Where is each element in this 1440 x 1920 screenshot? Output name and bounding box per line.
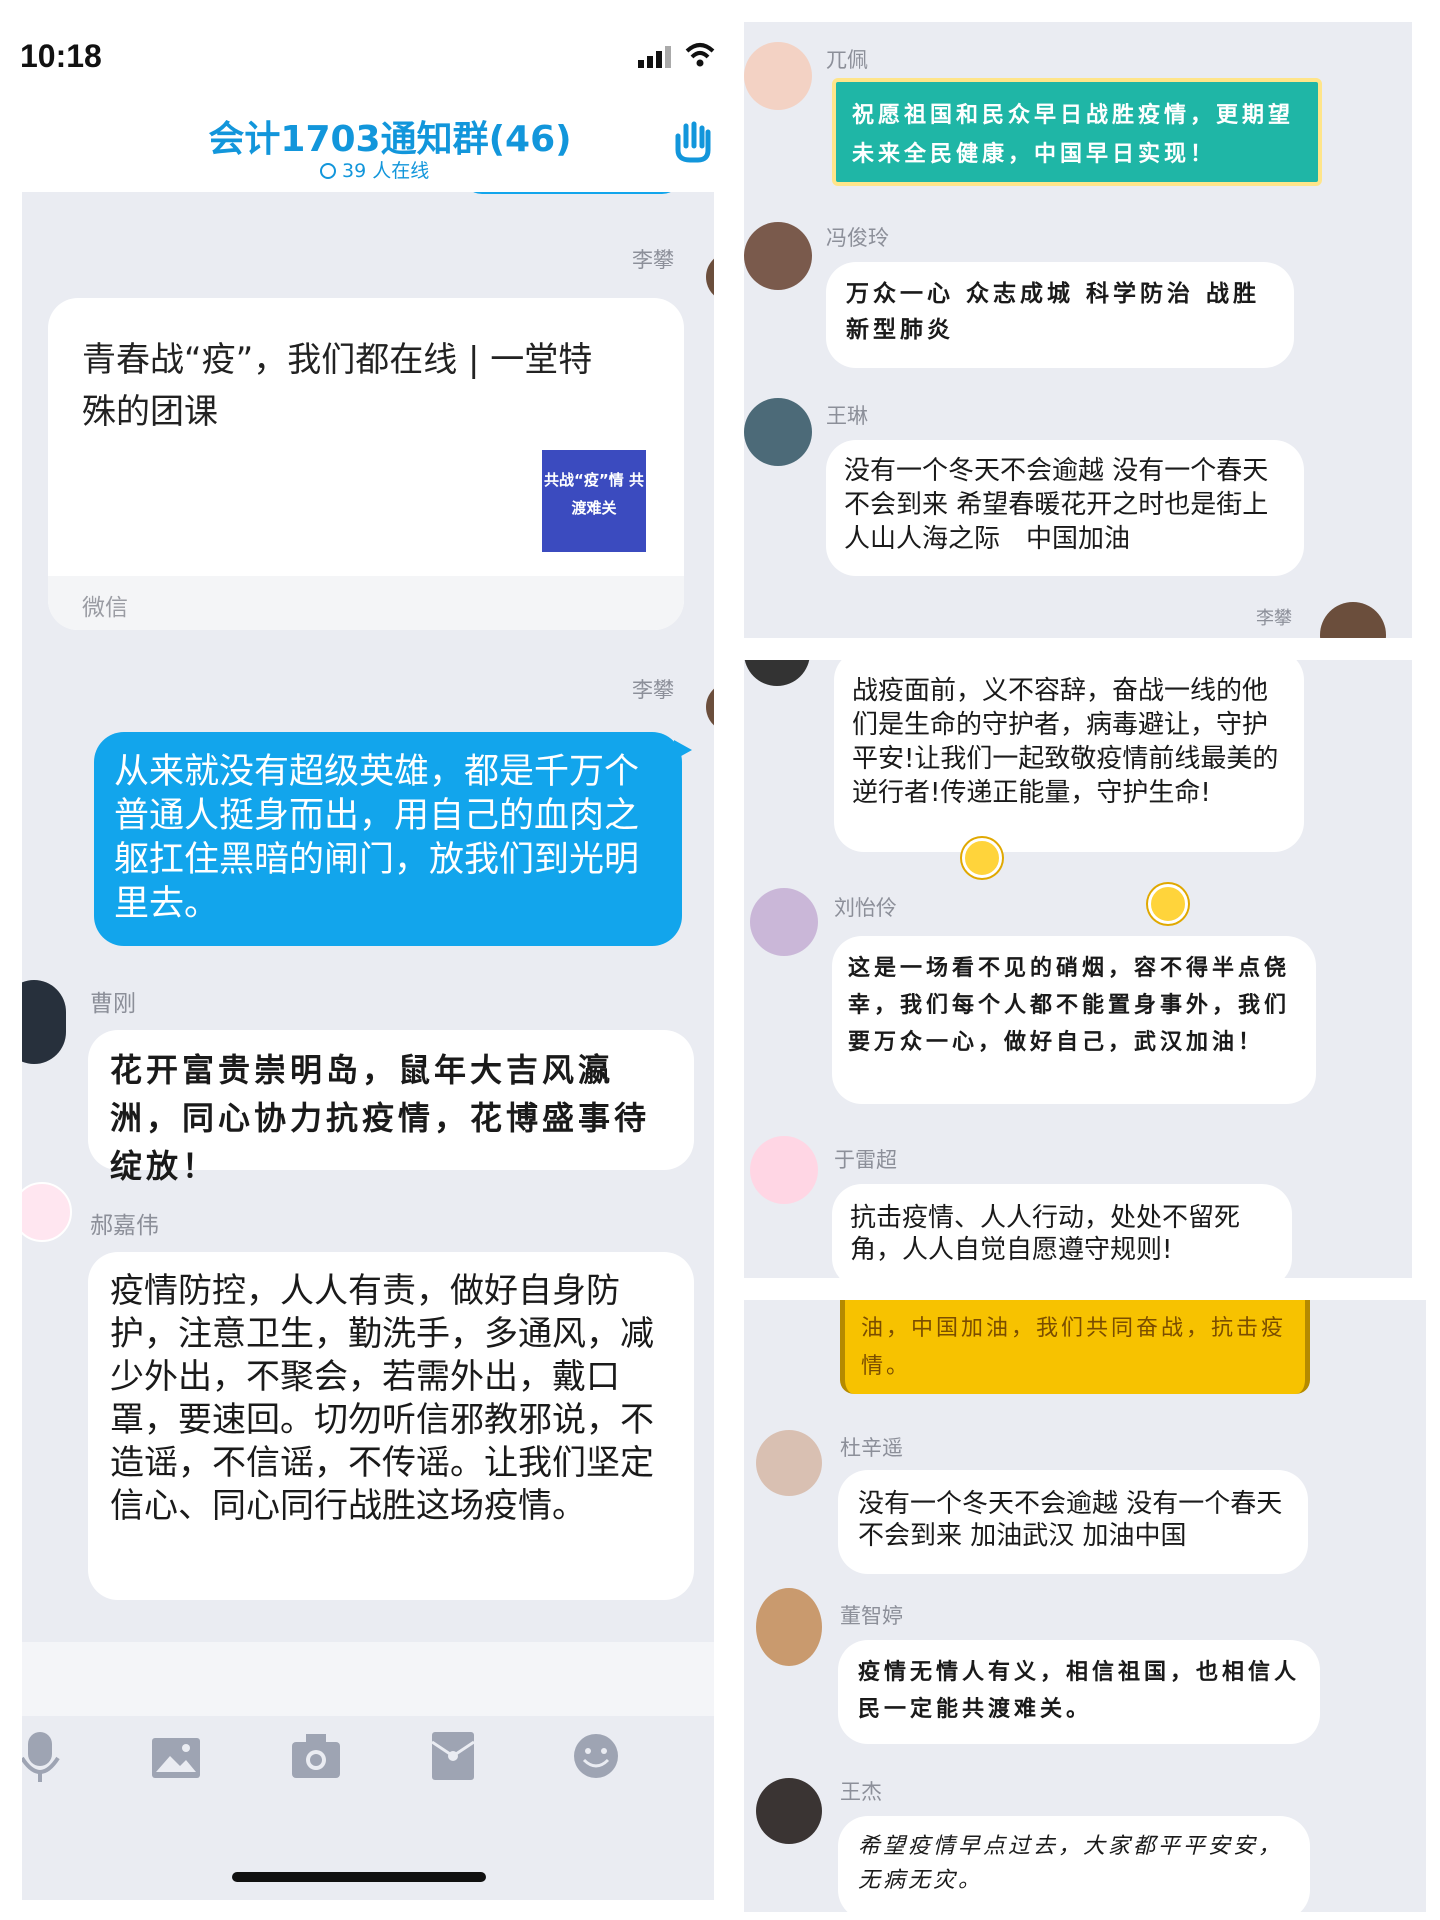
sender-name: 于雷超 bbox=[834, 1148, 897, 1172]
sender-name: 王琳 bbox=[826, 404, 868, 428]
sender-name: 李攀 bbox=[632, 248, 674, 272]
avatar[interactable] bbox=[744, 660, 810, 686]
avatar[interactable] bbox=[756, 1430, 822, 1496]
mask-emoji-icon bbox=[962, 838, 1002, 878]
message-bubble[interactable]: 油，中国加油，我们共同奋战，抗击疫情。 bbox=[840, 1300, 1310, 1394]
home-indicator bbox=[232, 1872, 486, 1882]
right-mid-screen: 战疫面前，义不容辞，奋战一线的他们是生命的守护者，病毒避让，守护平安!让我们一起… bbox=[744, 660, 1412, 1278]
toolbar bbox=[22, 1732, 714, 1792]
self-message-bubble[interactable]: 从来就没有超级英雄，都是千万个普通人挺身而出，用自己的血肉之躯扛住黑暗的闸门，放… bbox=[94, 732, 682, 946]
left-chat-screen: 10:18 会计1703通知群(46) 39 人在线 李攀 青春战“疫”，我们都… bbox=[0, 0, 720, 1920]
message-bubble[interactable]: 没有一个冬天不会逾越 没有一个春天不会到来 希望春暖花开之时也是街上人山人海之际… bbox=[826, 440, 1304, 576]
clock-icon bbox=[320, 163, 336, 179]
message-bubble[interactable]: 没有一个冬天不会逾越 没有一个春天不会到来 加油武汉 加油中国 bbox=[838, 1470, 1308, 1574]
sender-name: 杜辛遥 bbox=[840, 1436, 903, 1460]
sender-name: 曹刚 bbox=[90, 991, 136, 1017]
card-footer bbox=[48, 576, 684, 630]
avatar[interactable] bbox=[1320, 602, 1386, 638]
avatar[interactable] bbox=[22, 980, 66, 1064]
message-bubble[interactable]: 抗击疫情、人人行动，处处不留死角，人人自觉自愿遵守规则! bbox=[832, 1184, 1292, 1278]
message-bubble[interactable]: 疫情无情人有义，相信祖国，也相信人民一定能共渡难关。 bbox=[838, 1640, 1320, 1744]
message-bubble[interactable]: 花开富贵崇明岛，鼠年大吉风瀛洲，同心协力抗疫情，花博盛事待绽放！ bbox=[88, 1030, 694, 1185]
sender-name: 郝嘉伟 bbox=[90, 1213, 159, 1239]
sender-name: 董智婷 bbox=[840, 1604, 903, 1628]
card-title: 青春战“疫”，我们都在线 | 一堂特殊的团课 bbox=[82, 340, 593, 432]
avatar[interactable] bbox=[706, 682, 714, 732]
message-bubble[interactable]: 战疫面前，义不容辞，奋战一线的他们是生命的守护者，病毒避让，守护平安!让我们一起… bbox=[834, 660, 1304, 852]
right-top-screen: 兀佩 祝愿祖国和民众早日战胜疫情，更期望未来全民健康，中国早日实现！ 冯俊玲 万… bbox=[744, 22, 1412, 638]
sender-name: 李攀 bbox=[1256, 608, 1292, 629]
image-icon[interactable] bbox=[152, 1738, 200, 1778]
microphone-icon[interactable] bbox=[22, 1732, 62, 1782]
red-packet-icon[interactable] bbox=[432, 1732, 474, 1780]
sender-name: 兀佩 bbox=[826, 48, 868, 72]
avatar[interactable] bbox=[706, 252, 714, 302]
avatar[interactable] bbox=[744, 42, 812, 110]
avatar[interactable] bbox=[22, 1182, 72, 1242]
card-source: 微信 bbox=[82, 595, 128, 621]
mask-emoji-icon bbox=[1148, 884, 1188, 924]
avatar[interactable] bbox=[750, 888, 818, 956]
avatar[interactable] bbox=[750, 1136, 818, 1204]
call-hand-icon[interactable] bbox=[672, 120, 712, 164]
sender-name: 刘怡伶 bbox=[834, 896, 897, 920]
camera-icon[interactable] bbox=[292, 1734, 340, 1778]
online-count: 39 人在线 bbox=[320, 156, 429, 183]
message-bubble[interactable]: 祝愿祖国和民众早日战胜疫情，更期望未来全民健康，中国早日实现！ bbox=[832, 78, 1322, 186]
bubble-tail bbox=[674, 740, 692, 760]
avatar[interactable] bbox=[744, 222, 812, 290]
sender-name: 冯俊玲 bbox=[826, 226, 889, 250]
message-bubble[interactable]: 希望疫情早点过去，大家都平平安安，无病无灾。 bbox=[838, 1816, 1310, 1912]
avatar[interactable] bbox=[756, 1588, 822, 1666]
avatar[interactable] bbox=[756, 1778, 822, 1844]
emoji-icon[interactable] bbox=[572, 1732, 620, 1780]
avatar[interactable] bbox=[744, 398, 812, 466]
signal-icon bbox=[638, 46, 674, 68]
chat-title[interactable]: 会计1703通知群(46) bbox=[0, 110, 720, 162]
message-bubble[interactable]: 这是一场看不见的硝烟，容不得半点侥幸，我们每个人都不能置身事外，我们要万众一心，… bbox=[832, 936, 1316, 1104]
prev-bubble-edge bbox=[462, 192, 682, 194]
right-bottom-screen: 油，中国加油，我们共同奋战，抗击疫情。 杜辛遥 没有一个冬天不会逾越 没有一个春… bbox=[744, 1300, 1426, 1912]
message-bubble[interactable]: 疫情防控，人人有责，做好自身防护，注意卫生，勤洗手，多通风，减少外出，不聚会，若… bbox=[88, 1252, 694, 1600]
left-chat-area: 李攀 青春战“疫”，我们都在线 | 一堂特殊的团课 共战“疫”情 共渡难关 微信… bbox=[22, 192, 714, 1900]
card-thumbnail: 共战“疫”情 共渡难关 bbox=[542, 450, 646, 552]
wifi-icon bbox=[685, 42, 715, 68]
link-card[interactable]: 青春战“疫”，我们都在线 | 一堂特殊的团课 共战“疫”情 共渡难关 微信 bbox=[48, 298, 684, 630]
input-bar[interactable] bbox=[22, 1642, 714, 1716]
sender-name: 李攀 bbox=[632, 678, 674, 702]
message-bubble[interactable]: 万众一心 众志成城 科学防治 战胜新型肺炎 bbox=[826, 262, 1294, 368]
sender-name: 王杰 bbox=[840, 1780, 882, 1804]
status-time: 10:18 bbox=[20, 38, 102, 74]
